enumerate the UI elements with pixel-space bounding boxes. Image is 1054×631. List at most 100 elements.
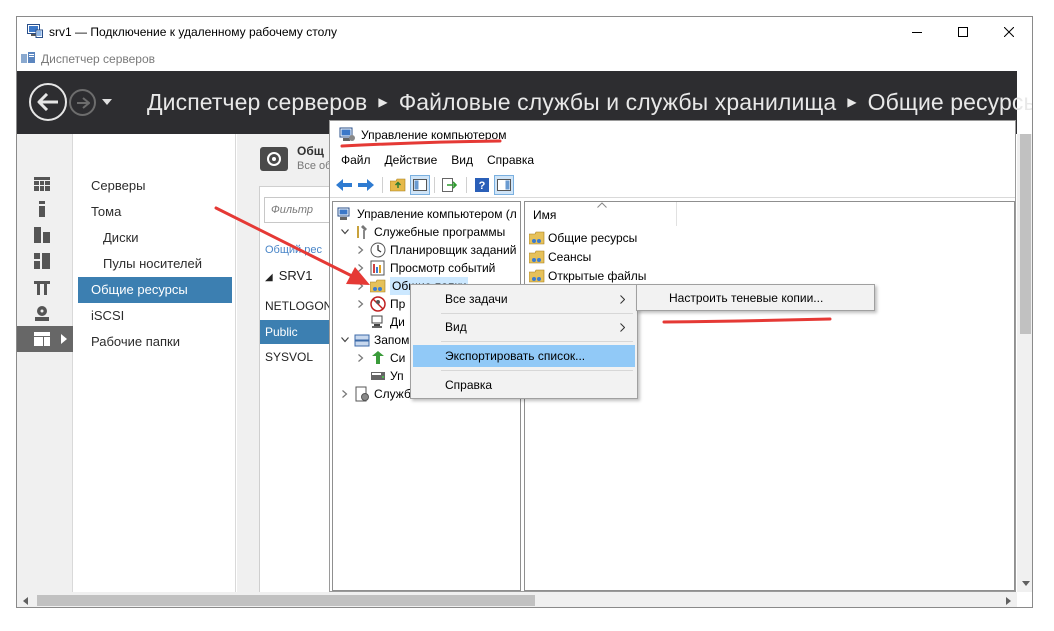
shared-folder-icon — [529, 269, 545, 283]
forward-icon[interactable] — [356, 175, 376, 195]
cm-menubar: Файл Действие Вид Справка — [330, 149, 1015, 171]
up-folder-icon[interactable] — [388, 175, 408, 195]
menu-item-view[interactable]: Вид — [413, 316, 635, 338]
nav-item-iscsi[interactable]: iSCSI — [78, 303, 232, 329]
collapse-icon[interactable] — [339, 223, 351, 241]
expand-icon[interactable] — [355, 259, 367, 277]
tree-services[interactable]: Служб — [339, 385, 411, 403]
history-dropdown-icon[interactable] — [101, 97, 113, 107]
help-icon[interactable]: ? — [472, 175, 492, 195]
collapse-icon[interactable] — [339, 331, 351, 349]
event-viewer-icon — [370, 260, 385, 276]
tree-item[interactable]: Ди — [355, 313, 405, 331]
filter-input[interactable]: Фильтр — [264, 197, 336, 223]
horizontal-scrollbar[interactable] — [17, 592, 1017, 607]
cm-toolbar: ? — [330, 172, 1015, 198]
maximize-button[interactable] — [940, 17, 986, 47]
breadcrumb-item[interactable]: Файловые службы и службы хранилища — [399, 89, 837, 116]
all-servers-icon[interactable] — [17, 222, 73, 248]
screenshot-root: srv1 — Подключение к удаленному рабочему… — [0, 0, 1054, 631]
tools-icon — [357, 225, 367, 239]
close-button[interactable] — [986, 17, 1032, 47]
show-action-pane-icon[interactable] — [494, 175, 514, 195]
scroll-left-icon[interactable] — [17, 592, 34, 607]
scrollbar-thumb[interactable] — [1020, 134, 1031, 334]
computer-management-icon — [339, 127, 355, 141]
share-row[interactable]: NETLOGON — [260, 294, 338, 318]
roles-icon[interactable] — [17, 248, 73, 274]
expand-icon[interactable] — [355, 295, 367, 313]
expand-icon[interactable] — [355, 277, 367, 295]
shares-group-link[interactable]: Общий рес — [265, 244, 322, 256]
nav-item-disks[interactable]: Диски — [78, 225, 232, 251]
scroll-down-icon[interactable] — [1017, 575, 1032, 592]
export-list-icon[interactable] — [440, 175, 460, 195]
tree-item[interactable]: Планировщик заданий — [355, 241, 516, 259]
menu-item-all-tasks[interactable]: Все задачи — [413, 288, 635, 310]
expand-icon[interactable] — [355, 349, 367, 367]
file-services-icon[interactable] — [17, 326, 73, 352]
tree-root[interactable]: Управление компьютером (л — [337, 205, 517, 223]
menu-item-configure-shadow-copies[interactable]: Настроить теневые копии... — [639, 287, 872, 309]
breadcrumb-separator-icon: ▶ — [847, 95, 857, 109]
back-icon[interactable] — [334, 175, 354, 195]
menu-item-label: Вид — [445, 320, 467, 334]
nav-item-work-folders[interactable]: Рабочие папки — [78, 329, 232, 355]
tree-services-label: Служб — [374, 387, 411, 401]
storage-icon[interactable] — [17, 300, 73, 326]
list-item[interactable]: Общие ресурсы — [529, 229, 637, 247]
back-button[interactable] — [29, 83, 67, 121]
tree-item-label: Пр — [390, 297, 406, 311]
tree-item-label: Си — [390, 351, 406, 365]
expand-icon[interactable] — [355, 241, 367, 259]
shared-folder-icon — [529, 250, 545, 264]
tools-icon[interactable] — [17, 274, 73, 300]
server-manager-nav: Серверы Тома Диски Пулы носителей Общие … — [74, 134, 236, 607]
menu-file[interactable]: Файл — [341, 153, 371, 167]
computer-management-icon — [337, 207, 350, 220]
nav-item-volumes[interactable]: Тома — [78, 199, 232, 225]
tree-system-tools[interactable]: Служебные программы — [339, 223, 505, 241]
menu-separator — [441, 370, 633, 371]
nav-item-servers[interactable]: Серверы — [78, 173, 232, 199]
expand-icon[interactable] — [339, 385, 351, 403]
list-item-label: Открытые файлы — [548, 269, 647, 283]
dashboard-icon[interactable] — [17, 171, 73, 197]
minimize-button[interactable] — [894, 17, 940, 47]
show-tree-icon[interactable] — [410, 175, 430, 195]
menu-item-export-list[interactable]: Экспортировать список... — [413, 345, 635, 367]
server-group-row[interactable]: ◢ SRV1 — [265, 268, 312, 283]
backup-icon — [372, 351, 384, 364]
breadcrumb-item[interactable]: Диспетчер серверов — [147, 89, 367, 116]
menu-item-help[interactable]: Справка — [413, 374, 635, 396]
tree-storage[interactable]: Запом — [339, 331, 409, 349]
nav-item-storage-pools[interactable]: Пулы носителей — [78, 251, 232, 277]
menu-view[interactable]: Вид — [451, 153, 473, 167]
share-row[interactable]: SYSVOL — [260, 345, 338, 369]
menu-action[interactable]: Действие — [385, 153, 438, 167]
svg-text:?: ? — [479, 180, 486, 192]
device-manager-icon — [371, 315, 383, 328]
expand-arrow-icon — [61, 334, 67, 344]
nav-item-shares[interactable]: Общие ресурсы — [78, 277, 232, 303]
tree-item[interactable]: Пр — [355, 295, 405, 313]
scrollbar-thumb[interactable] — [37, 595, 535, 606]
local-server-icon[interactable] — [17, 196, 73, 222]
server-manager-icon — [21, 52, 35, 63]
list-item[interactable]: Открытые файлы — [529, 267, 646, 285]
tree-item[interactable]: Уп — [355, 367, 404, 385]
breadcrumb-item[interactable]: Общие ресурсы — [868, 89, 1032, 116]
tree-item-label: Просмотр событий — [390, 261, 496, 275]
forward-button[interactable] — [69, 89, 96, 116]
tree-item[interactable]: Си — [355, 349, 405, 367]
share-row[interactable]: Public — [260, 320, 338, 344]
vertical-scrollbar[interactable] — [1017, 134, 1032, 592]
tree-item[interactable]: Просмотр событий — [355, 259, 495, 277]
server-name: SRV1 — [278, 268, 313, 283]
scroll-right-icon[interactable] — [1000, 592, 1017, 607]
column-header-name[interactable]: Имя — [525, 202, 677, 226]
menu-help[interactable]: Справка — [487, 153, 534, 167]
rdp-window-title: srv1 — Подключение к удаленному рабочему… — [49, 25, 337, 39]
list-item[interactable]: Сеансы — [529, 248, 591, 266]
tree-storage-label: Запом — [374, 333, 410, 347]
